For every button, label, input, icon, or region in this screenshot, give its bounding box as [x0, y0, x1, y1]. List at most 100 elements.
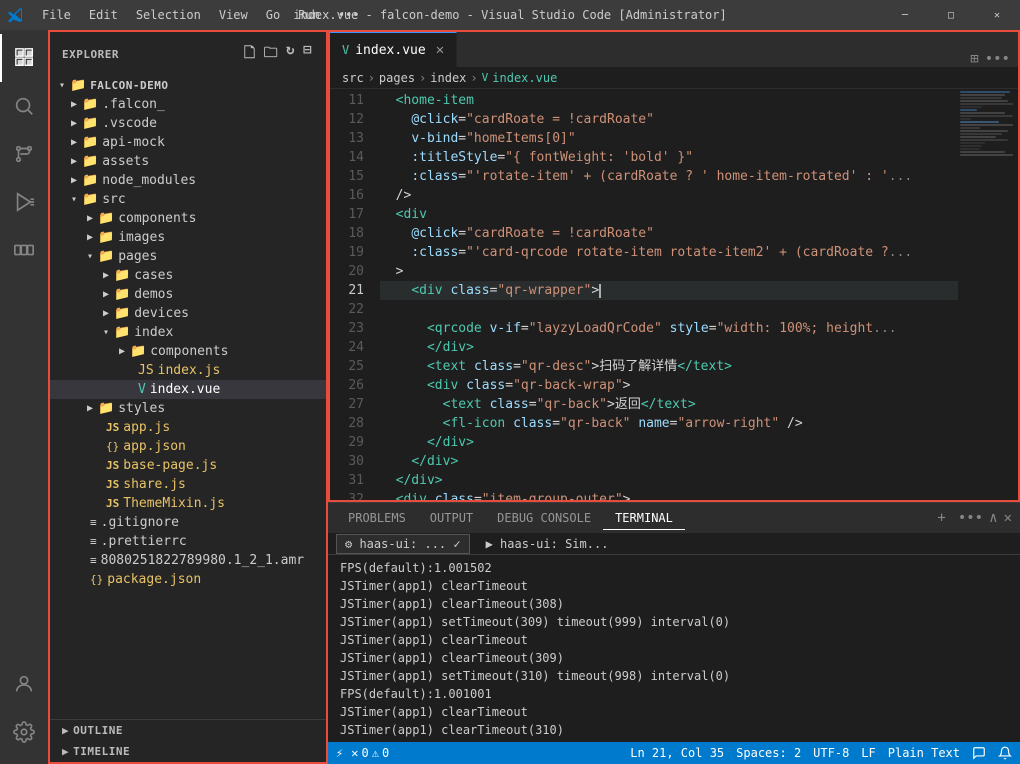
activity-explorer[interactable]	[0, 34, 48, 82]
timeline-section[interactable]: ▶ TIMELINE	[50, 741, 326, 762]
error-count: 0	[361, 746, 368, 760]
menu-edit[interactable]: Edit	[81, 6, 126, 24]
tree-label: components	[150, 344, 228, 359]
terminal-haas-tab2[interactable]: ▶ haas-ui: Sim...	[478, 535, 617, 553]
tree-item-pages[interactable]: ▾ 📁 pages	[50, 247, 326, 266]
panel-tab-problems[interactable]: PROBLEMS	[336, 507, 418, 529]
tree-item-gitignore[interactable]: ▶ ≡ .gitignore	[50, 513, 326, 532]
panel-tab-terminal[interactable]: TERMINAL	[603, 507, 685, 530]
status-notifications-icon[interactable]	[998, 746, 1012, 760]
tree-item-api-mock[interactable]: ▶ 📁 api-mock	[50, 133, 326, 152]
status-errors[interactable]: ✕ 0 ⚠ 0	[351, 746, 389, 760]
terminal-subtabs: ⚙ haas-ui: ... ✓ ▶ haas-ui: Sim...	[328, 533, 1020, 555]
tree-item-index[interactable]: ▾ 📁 index	[50, 323, 326, 342]
more-actions-icon[interactable]: •••	[985, 51, 1010, 67]
collapse-all-icon[interactable]: ⊟	[301, 40, 314, 68]
sidebar: EXPLORER 🗋 🗀 ↻ ⊟ ▾ 📁 FALCON-DEMO ▶ 📁 .f	[48, 30, 328, 764]
status-left: ⚡ ✕ 0 ⚠ 0	[336, 746, 389, 760]
maximize-button[interactable]: □	[928, 0, 974, 30]
activity-run[interactable]	[0, 178, 48, 226]
tree-item-devices[interactable]: ▶ 📁 devices	[50, 304, 326, 323]
menu-file[interactable]: File	[34, 6, 79, 24]
activity-search[interactable]	[0, 82, 48, 130]
status-encoding[interactable]: UTF-8	[813, 746, 849, 760]
panel-close-icon[interactable]: ✕	[1004, 510, 1012, 526]
editor-panel-container: V index.vue ✕ ⊞ ••• src › pages › index …	[328, 30, 1020, 764]
tree-label: images	[118, 230, 165, 245]
refresh-icon[interactable]: ↻	[284, 40, 297, 68]
tree-item-components[interactable]: ▶ 📁 components	[50, 209, 326, 228]
vscode-logo	[8, 7, 24, 23]
tree-item-node-modules[interactable]: ▶ 📁 node_modules	[50, 171, 326, 190]
tree-item-index-js[interactable]: ▶ JS index.js	[50, 361, 326, 380]
tree-item-src[interactable]: ▾ 📁 src	[50, 190, 326, 209]
menu-view[interactable]: View	[211, 6, 256, 24]
tree-item-amr[interactable]: ▶ ≡ 8080251822789980.1_2_1.amr	[50, 551, 326, 570]
tree-label: .falcon_	[102, 97, 165, 112]
tree-item-falcon[interactable]: ▶ 📁 .falcon_	[50, 95, 326, 114]
minimize-button[interactable]: ─	[882, 0, 928, 30]
tree-item-base-page-js[interactable]: ▶ JS base-page.js	[50, 456, 326, 475]
status-spaces[interactable]: Spaces: 2	[736, 746, 801, 760]
tree-item-app-js[interactable]: ▶ JS app.js	[50, 418, 326, 437]
panel-maximize-icon[interactable]: ∧	[989, 510, 997, 526]
tree-item-app-json[interactable]: ▶ {} app.json	[50, 437, 326, 456]
tree-item-theme-mixin-js[interactable]: ▶ JS ThemeMixin.js	[50, 494, 326, 513]
tree-item-index-components[interactable]: ▶ 📁 components	[50, 342, 326, 361]
timeline-arrow: ▶	[62, 745, 69, 758]
panel-add-button[interactable]: +	[931, 508, 951, 528]
tab-label: index.vue	[355, 43, 425, 58]
tree-item-share-js[interactable]: ▶ JS share.js	[50, 475, 326, 494]
status-language[interactable]: Plain Text	[888, 746, 960, 760]
split-editor-icon[interactable]: ⊞	[970, 51, 978, 67]
status-remote[interactable]: ⚡	[336, 746, 343, 760]
terminal-content[interactable]: FPS(default):1.001502 JSTimer(app1) clea…	[328, 555, 1020, 742]
activity-extensions[interactable]	[0, 226, 48, 274]
outline-section[interactable]: ▶ OUTLINE	[50, 720, 326, 741]
new-file-icon[interactable]: 🗋	[242, 40, 258, 68]
breadcrumb-file[interactable]: index.vue	[492, 71, 557, 85]
breadcrumb-vue-icon: V	[482, 71, 489, 84]
terminal-line: JSTimer(app1) setTimeout(310) timeout(99…	[340, 667, 1008, 685]
tree-root[interactable]: ▾ 📁 FALCON-DEMO	[50, 76, 326, 95]
tree-item-styles[interactable]: ▶ 📁 styles	[50, 399, 326, 418]
panel-tab-debug[interactable]: DEBUG CONSOLE	[485, 507, 603, 529]
panel-tab-output[interactable]: OUTPUT	[418, 507, 485, 529]
tree-item-package-json[interactable]: ▶ {} package.json	[50, 570, 326, 589]
tree-item-images[interactable]: ▶ 📁 images	[50, 228, 326, 247]
menu-selection[interactable]: Selection	[128, 6, 209, 24]
close-button[interactable]: ✕	[974, 0, 1020, 30]
activity-account[interactable]	[0, 660, 48, 708]
tree-label: src	[102, 192, 125, 207]
tree-label: .gitignore	[101, 515, 179, 530]
menu-go[interactable]: Go	[258, 6, 288, 24]
new-folder-icon[interactable]: 🗀	[262, 40, 281, 68]
tree-item-prettierrc[interactable]: ▶ ≡ .prettierrc	[50, 532, 326, 551]
tree-item-cases[interactable]: ▶ 📁 cases	[50, 266, 326, 285]
terminal-line: JSTimer(app1) clearTimeout(309)	[340, 649, 1008, 667]
root-label: FALCON-DEMO	[90, 79, 168, 92]
sidebar-bottom: ▶ OUTLINE ▶ TIMELINE	[50, 719, 326, 762]
tree-item-index-vue[interactable]: ▶ V index.vue	[50, 380, 326, 399]
activity-settings[interactable]	[0, 708, 48, 756]
tree-item-assets[interactable]: ▶ 📁 assets	[50, 152, 326, 171]
tree-label: .vscode	[102, 116, 157, 131]
tree-item-vscode[interactable]: ▶ 📁 .vscode	[50, 114, 326, 133]
title-bar: File Edit Selection View Go Run ••• inde…	[0, 0, 1020, 30]
status-eol[interactable]: LF	[861, 746, 875, 760]
breadcrumb-index[interactable]: index	[430, 71, 466, 85]
tree-label: index.vue	[150, 382, 220, 397]
code-content[interactable]: <home-item @click="cardRoate = !cardRoat…	[372, 89, 958, 500]
editor-tab-index-vue[interactable]: V index.vue ✕	[330, 32, 457, 67]
status-ln-col[interactable]: Ln 21, Col 35	[630, 746, 724, 760]
status-feedback-icon[interactable]	[972, 746, 986, 760]
breadcrumb-pages[interactable]: pages	[379, 71, 415, 85]
breadcrumb-src[interactable]: src	[342, 71, 364, 85]
terminal-line: FPS(default):1.001502	[340, 559, 1008, 577]
terminal-haas-tab1[interactable]: ⚙ haas-ui: ... ✓	[336, 534, 470, 554]
panel-more-button[interactable]: •••	[958, 510, 983, 526]
editor-area: V index.vue ✕ ⊞ ••• src › pages › index …	[328, 30, 1020, 502]
tab-close-button[interactable]: ✕	[436, 42, 444, 58]
tree-item-demos[interactable]: ▶ 📁 demos	[50, 285, 326, 304]
activity-source-control[interactable]	[0, 130, 48, 178]
